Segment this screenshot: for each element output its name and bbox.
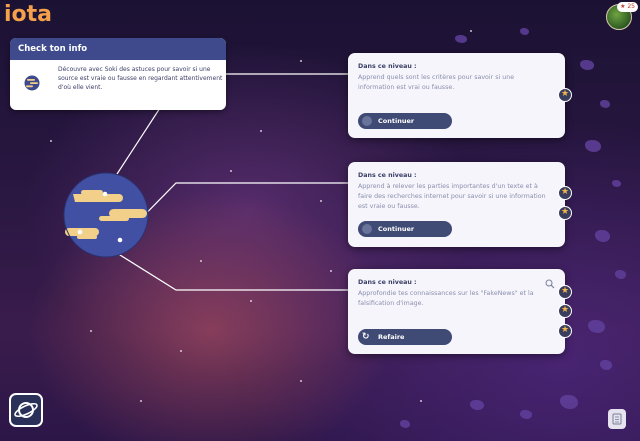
level-card-1: Dans ce niveau : Apprend quels sont les … — [348, 53, 565, 138]
level-card-2: Dans ce niveau : Apprend à relever les p… — [348, 162, 565, 247]
continue-button[interactable]: Continuer — [358, 221, 452, 237]
level-description: Apprend quels sont les critères pour sav… — [358, 74, 515, 91]
refresh-icon: ↻ — [362, 332, 370, 342]
info-card-title: Check ton info — [10, 38, 226, 60]
star-icon: ★ — [558, 285, 572, 299]
info-card: Check ton info Découvre avec Soki des as… — [10, 38, 226, 110]
planet-icon[interactable] — [63, 172, 149, 258]
star-icon: ★ — [558, 324, 572, 338]
level-title: Dans ce niveau : — [358, 279, 417, 286]
avatar-badge-count: 25 — [627, 3, 635, 10]
star-icon: ★ — [558, 186, 572, 200]
level-title: Dans ce niveau : — [358, 63, 417, 70]
star-icon: ★ — [558, 206, 572, 220]
star-icon: ★ — [558, 304, 572, 318]
notes-icon — [612, 413, 622, 425]
zoom-icon[interactable] — [545, 279, 555, 289]
level-description: Approfondie tes connaissances sur les "F… — [358, 290, 534, 307]
avatar-badge: ★ 25 — [617, 2, 638, 12]
app-logo[interactable]: iota — [4, 2, 52, 27]
redo-button-label: Refaire — [378, 333, 405, 341]
continue-button[interactable]: Continuer — [358, 113, 452, 129]
star-icon: ★ — [558, 88, 572, 102]
level-card-3: Dans ce niveau : Approfondie tes connais… — [348, 269, 565, 354]
info-card-body: Découvre avec Soki des astuces pour savo… — [10, 60, 226, 110]
continue-button-label: Continuer — [378, 117, 415, 125]
saturn-icon — [14, 402, 38, 418]
world-map-button[interactable] — [9, 393, 43, 427]
planet-icon — [24, 75, 40, 91]
level-description: Apprend à relever les parties importante… — [358, 183, 546, 210]
notes-button[interactable] — [608, 409, 626, 429]
play-icon — [362, 116, 372, 126]
redo-button[interactable]: ↻ Refaire — [358, 329, 452, 345]
play-icon — [362, 224, 372, 234]
connector-line-level-2 — [119, 182, 348, 241]
continue-button-label: Continuer — [378, 225, 415, 233]
level-title: Dans ce niveau : — [358, 172, 417, 179]
info-card-text: Découvre avec Soki des astuces pour savo… — [58, 66, 223, 91]
